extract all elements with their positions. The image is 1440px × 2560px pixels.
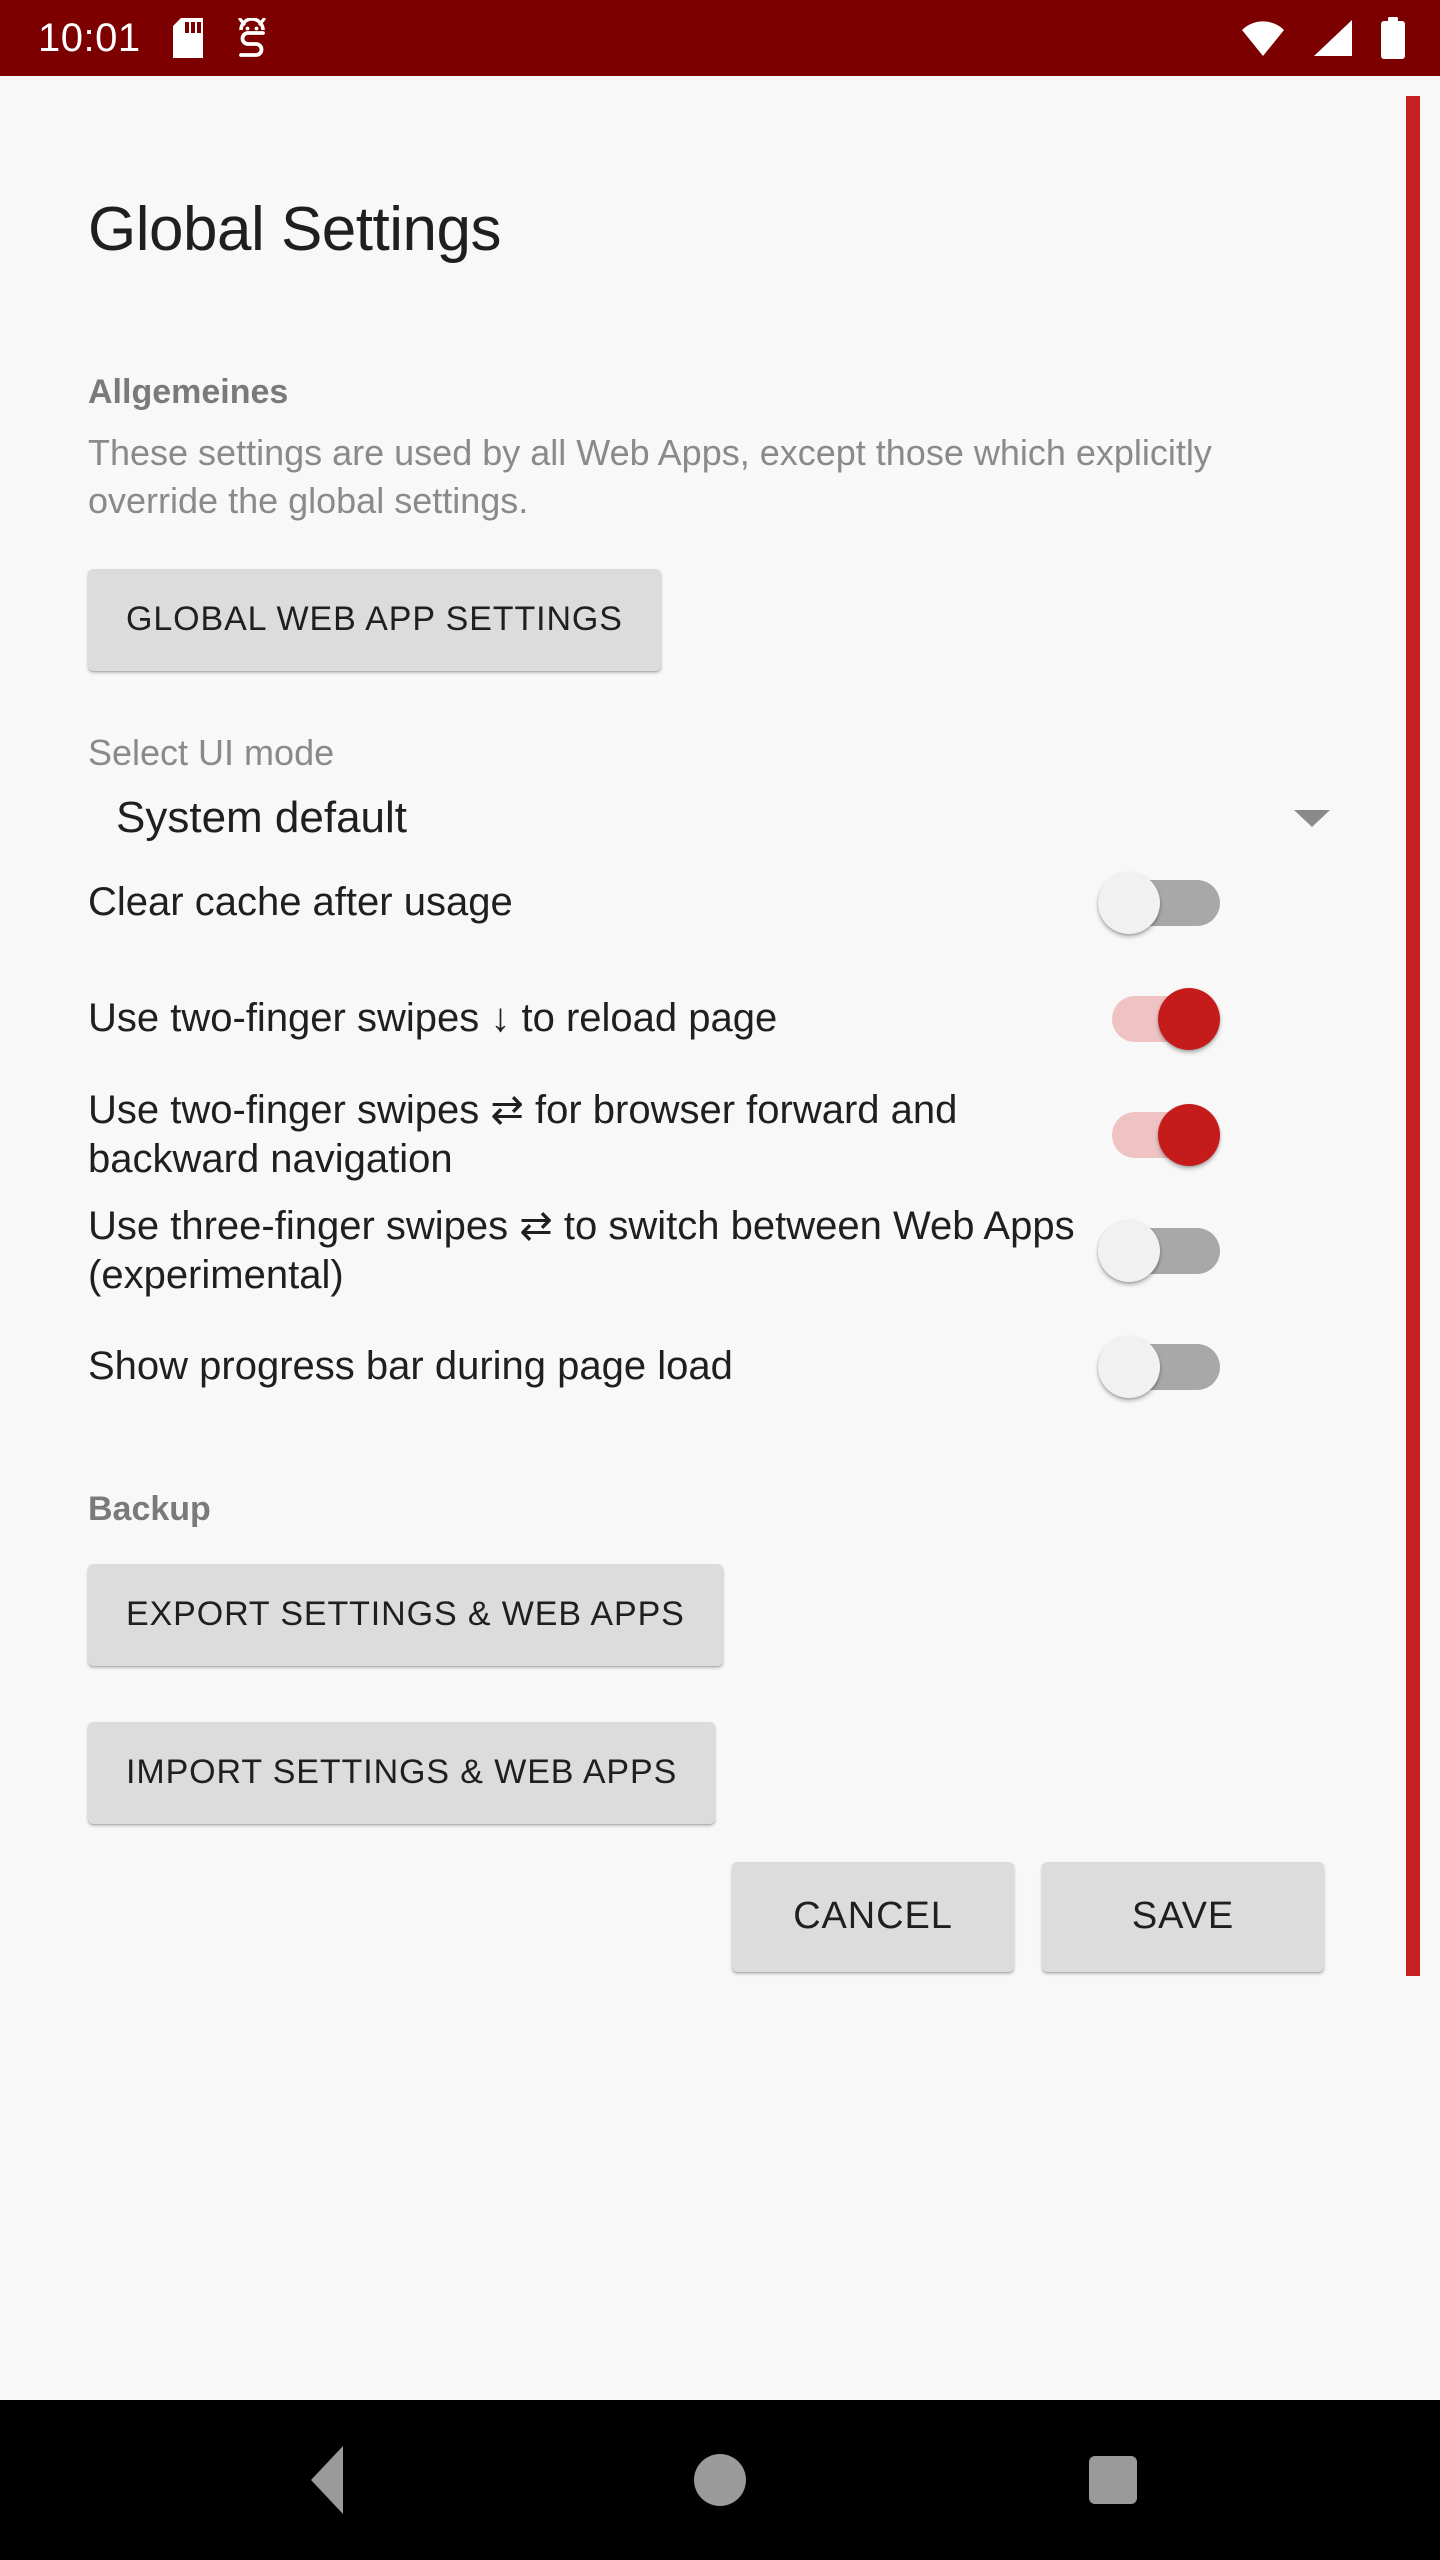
- toggle-two-finger-swipe-reload[interactable]: [1098, 987, 1220, 1050]
- status-bar: 10:01: [0, 0, 1440, 76]
- save-button[interactable]: SAVE: [1042, 1861, 1324, 1972]
- ui-mode-block: Select UI mode System default: [88, 731, 1344, 845]
- status-bar-clock: 10:01: [38, 16, 141, 60]
- settings-scroll-container[interactable]: Global Settings Allgemeines These settin…: [0, 76, 1440, 2400]
- ui-mode-label: Select UI mode: [88, 731, 335, 773]
- settings-content: Global Settings Allgemeines These settin…: [0, 76, 1440, 2400]
- setting-label: Use two-finger swipes ↓ to reload page: [88, 996, 778, 1041]
- setting-label: Use two-finger swipes ⇄ for browser forw…: [88, 1087, 958, 1181]
- ui-mode-selected-value: System default: [116, 792, 408, 842]
- nav-home-button[interactable]: [620, 2400, 820, 2560]
- android-navigation-bar: [0, 2400, 1440, 2560]
- wifi-icon: [1240, 19, 1286, 57]
- scrollbar-thumb[interactable]: [1406, 96, 1420, 1976]
- nav-back-button[interactable]: [227, 2400, 427, 2560]
- toggle-thumb: [1158, 1103, 1220, 1166]
- setting-row-three-finger-swipe-switch-apps[interactable]: Use three-finger swipes ⇄ to switch betw…: [88, 1193, 1344, 1309]
- dialog-action-row: CANCEL SAVE: [88, 1861, 1344, 1972]
- global-web-app-settings-button[interactable]: GLOBAL WEB APP SETTINGS: [88, 568, 661, 671]
- toggle-three-finger-swipe-switch-apps[interactable]: [1098, 1219, 1220, 1282]
- toggle-clear-cache-after-usage[interactable]: [1098, 871, 1220, 934]
- cellular-signal-icon: [1312, 19, 1354, 57]
- toggle-thumb: [1098, 1335, 1160, 1398]
- setting-row-show-progress-bar[interactable]: Show progress bar during page load: [88, 1309, 1344, 1425]
- toggle-thumb: [1098, 871, 1160, 934]
- setting-row-two-finger-swipe-reload[interactable]: Use two-finger swipes ↓ to reload page: [88, 961, 1344, 1077]
- toggle-thumb: [1158, 987, 1220, 1050]
- section-description-general: These settings are used by all Web Apps,…: [88, 431, 1212, 521]
- setting-row-two-finger-swipe-navigation[interactable]: Use two-finger swipes ⇄ for browser forw…: [88, 1077, 1344, 1193]
- import-settings-button[interactable]: IMPORT SETTINGS & WEB APPS: [88, 1721, 716, 1824]
- ui-mode-dropdown[interactable]: System default: [88, 792, 1344, 845]
- setting-row-clear-cache-after-usage[interactable]: Clear cache after usage: [88, 845, 1344, 961]
- android-debug-bug-icon: [235, 18, 269, 58]
- toggle-two-finger-swipe-navigation[interactable]: [1098, 1103, 1220, 1166]
- phone-screen: 10:01 Global Settings Allgemeines These …: [0, 0, 1440, 2560]
- sd-card-icon: [172, 18, 203, 58]
- status-bar-left-group: 10:01: [38, 18, 269, 58]
- section-header-general: Allgemeines: [88, 373, 289, 412]
- setting-label: Clear cache after usage: [88, 880, 513, 925]
- chevron-down-icon: [1294, 809, 1330, 827]
- export-settings-button[interactable]: EXPORT SETTINGS & WEB APPS: [88, 1563, 723, 1666]
- toggle-thumb: [1098, 1219, 1160, 1282]
- setting-label: Use three-finger swipes ⇄ to switch betw…: [88, 1203, 1075, 1297]
- setting-label: Show progress bar during page load: [88, 1344, 733, 1389]
- status-bar-right-group: [1240, 17, 1406, 59]
- cancel-button[interactable]: CANCEL: [732, 1861, 1014, 1972]
- nav-recents-icon: [1089, 2456, 1138, 2504]
- toggle-show-progress-bar[interactable]: [1098, 1335, 1220, 1398]
- nav-recents-button[interactable]: [1013, 2400, 1213, 2560]
- nav-home-icon: [693, 2454, 746, 2506]
- section-header-backup: Backup: [88, 1489, 211, 1528]
- battery-full-icon: [1380, 17, 1406, 59]
- nav-back-icon: [310, 2446, 343, 2514]
- page-title: Global Settings: [88, 195, 501, 264]
